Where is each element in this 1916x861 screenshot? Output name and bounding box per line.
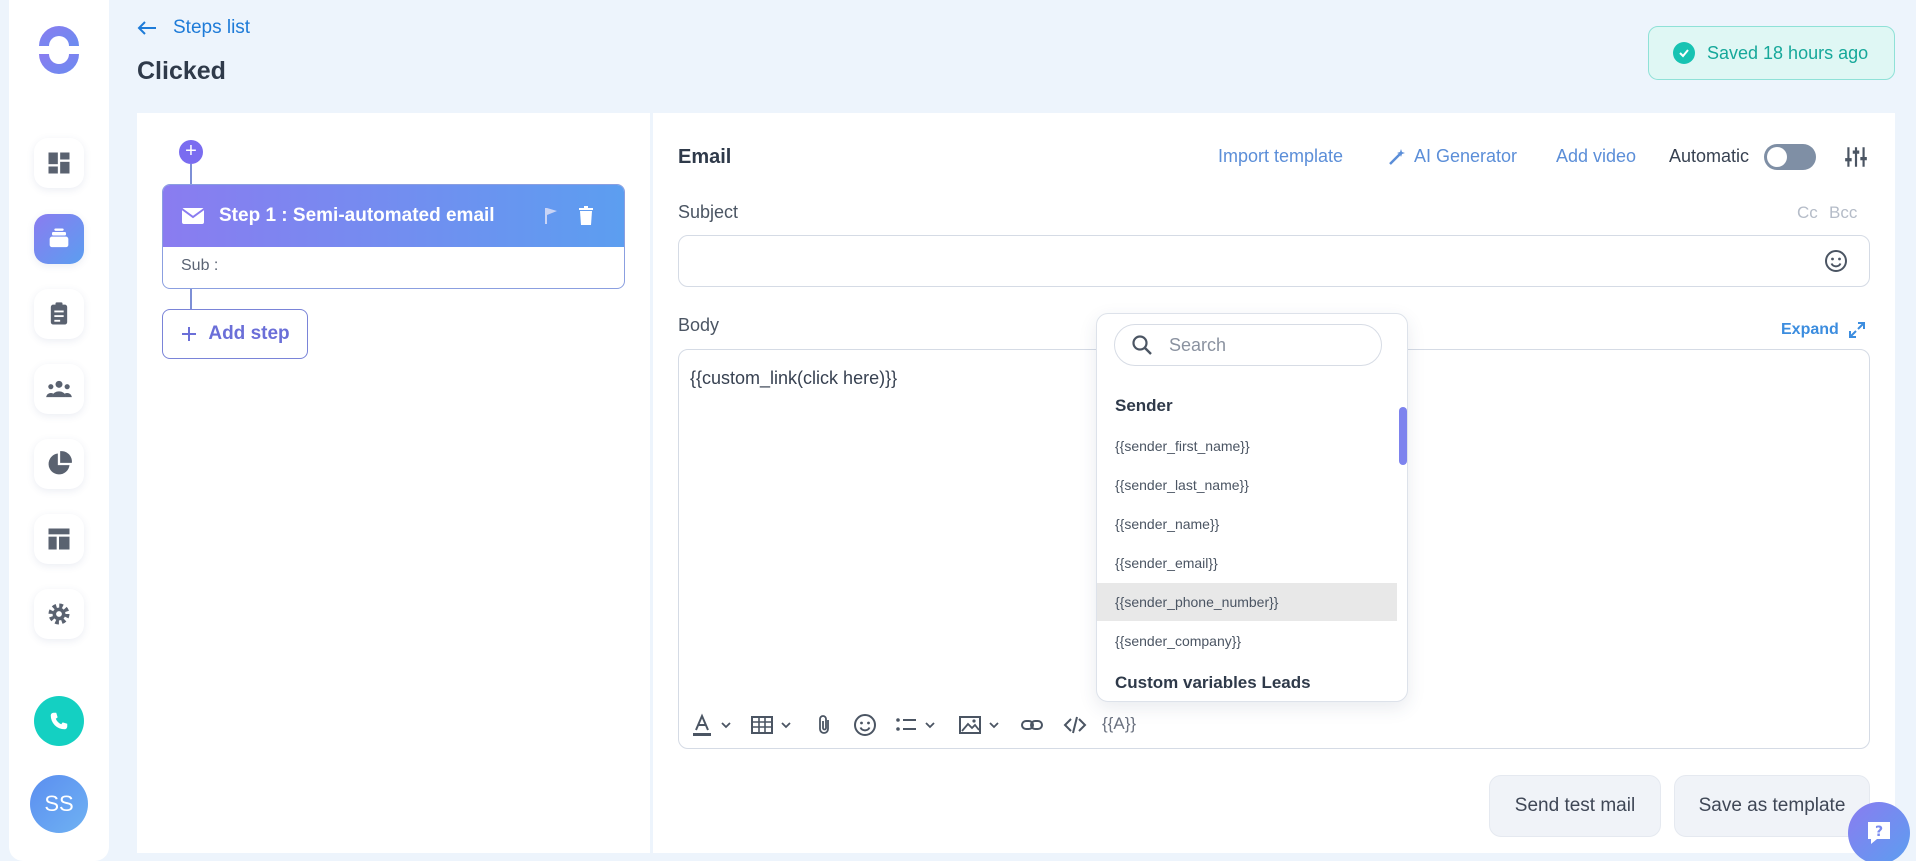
dashboard-icon bbox=[48, 152, 70, 174]
body-label: Body bbox=[678, 315, 720, 335]
nav-tasks[interactable] bbox=[34, 289, 84, 339]
expand-icon bbox=[1848, 322, 1865, 338]
variable-search-input[interactable]: Search bbox=[1114, 324, 1382, 366]
mail-icon bbox=[181, 208, 205, 224]
expand-label: Expand bbox=[1781, 321, 1839, 338]
logo-icon[interactable] bbox=[35, 26, 83, 74]
pie-chart-icon bbox=[48, 451, 72, 475]
flag-icon[interactable] bbox=[544, 207, 558, 225]
gear-icon bbox=[48, 603, 70, 625]
step-title: Step 1 : Semi-automated email bbox=[219, 205, 495, 226]
attach-tool[interactable] bbox=[812, 712, 836, 738]
nav-templates[interactable] bbox=[34, 514, 84, 564]
check-circle-icon bbox=[1673, 42, 1695, 64]
list-icon bbox=[896, 718, 916, 731]
variable-item[interactable]: {{sender_first_name}} bbox=[1097, 427, 1397, 465]
toggle-knob bbox=[1767, 147, 1787, 167]
step-card-1[interactable]: Step 1 : Semi-automated email Sub : bbox=[162, 184, 625, 289]
avatar[interactable]: SS bbox=[30, 775, 88, 833]
page-title: Clicked bbox=[137, 57, 226, 85]
sequences-icon bbox=[49, 228, 69, 248]
step-connector-line bbox=[190, 164, 192, 186]
image-tool[interactable] bbox=[958, 712, 1000, 738]
dropdown-scrollbar[interactable] bbox=[1399, 407, 1407, 465]
table-tool[interactable] bbox=[750, 712, 792, 738]
code-icon bbox=[1063, 716, 1087, 734]
chevron-down-icon bbox=[721, 722, 731, 729]
arrow-left-icon bbox=[137, 21, 156, 35]
cc-toggle[interactable]: Cc bbox=[1797, 203, 1818, 223]
bcc-toggle[interactable]: Bcc bbox=[1829, 203, 1857, 223]
variable-item[interactable]: {{sender_name}} bbox=[1097, 505, 1397, 543]
code-tool[interactable] bbox=[1063, 712, 1087, 738]
subject-label: Subject bbox=[678, 202, 739, 222]
layout-icon bbox=[48, 528, 70, 550]
nav-reports[interactable] bbox=[34, 439, 84, 489]
chevron-down-icon bbox=[925, 722, 935, 729]
plus-icon bbox=[182, 327, 197, 341]
nav-dashboard[interactable] bbox=[34, 138, 84, 188]
automatic-toggle[interactable] bbox=[1764, 144, 1816, 170]
text-color-tool[interactable] bbox=[690, 712, 732, 738]
clipboard-icon bbox=[50, 302, 68, 325]
nav-team[interactable] bbox=[34, 364, 84, 414]
back-label: Steps list bbox=[173, 17, 251, 38]
phone-button[interactable] bbox=[34, 696, 84, 746]
variable-item[interactable]: {{sender_company}} bbox=[1097, 622, 1397, 660]
step-subject: Sub : bbox=[181, 257, 219, 274]
search-icon bbox=[1132, 335, 1152, 355]
image-icon bbox=[959, 716, 981, 734]
svg-text:?: ? bbox=[1875, 824, 1883, 840]
step-card-header: Step 1 : Semi-automated email bbox=[163, 185, 624, 247]
add-step-button[interactable]: Add step bbox=[162, 309, 308, 359]
help-chat-button[interactable]: ? bbox=[1848, 802, 1910, 861]
step-connector-line bbox=[190, 289, 192, 311]
nav-settings[interactable] bbox=[34, 589, 84, 639]
email-label: Email bbox=[678, 146, 732, 168]
link-tool[interactable] bbox=[1020, 712, 1044, 738]
help-icon: ? bbox=[1868, 822, 1890, 844]
save-as-template-button[interactable]: Save as template bbox=[1674, 775, 1870, 837]
list-tool[interactable] bbox=[894, 712, 936, 738]
add-video-link[interactable]: Add video bbox=[1556, 146, 1636, 167]
emoji-icon bbox=[854, 714, 876, 736]
saved-status-badge: Saved 18 hours ago bbox=[1648, 26, 1895, 80]
import-template-link[interactable]: Import template bbox=[1218, 146, 1343, 167]
variables-dropdown: Search Sender {{sender_first_name}} {{se… bbox=[1096, 313, 1408, 702]
back-to-steps-link[interactable]: Steps list bbox=[137, 17, 250, 39]
sidebar: SS bbox=[9, 0, 109, 861]
body-text[interactable]: {{custom_link(click here)}} bbox=[690, 368, 897, 389]
chevron-down-icon bbox=[781, 722, 791, 729]
variable-item[interactable]: {{sender_last_name}} bbox=[1097, 466, 1397, 504]
table-icon bbox=[751, 716, 773, 734]
section-custom-variables: Custom variables Leads bbox=[1115, 673, 1311, 692]
insert-variable-button[interactable]: {{A}} bbox=[1102, 714, 1136, 734]
saved-status-text: Saved 18 hours ago bbox=[1707, 42, 1869, 63]
text-color-icon bbox=[693, 713, 711, 736]
ai-generator-label: AI Generator bbox=[1414, 146, 1518, 166]
phone-icon bbox=[50, 712, 68, 730]
emoji-icon[interactable] bbox=[1824, 249, 1848, 273]
section-sender: Sender bbox=[1115, 396, 1173, 415]
trash-icon[interactable] bbox=[578, 206, 594, 226]
sliders-icon[interactable] bbox=[1843, 144, 1869, 170]
chevron-down-icon bbox=[989, 722, 999, 729]
link-icon bbox=[1021, 720, 1043, 730]
add-step-label: Add step bbox=[208, 323, 290, 344]
variable-item[interactable]: {{sender_phone_number}} bbox=[1097, 583, 1397, 621]
send-test-mail-button[interactable]: Send test mail bbox=[1489, 775, 1661, 837]
expand-button[interactable]: Expand bbox=[1781, 321, 1865, 339]
avatar-initials: SS bbox=[44, 791, 74, 816]
subject-input[interactable] bbox=[678, 235, 1870, 287]
ai-generator-link[interactable]: AI Generator bbox=[1388, 146, 1517, 167]
nav-sequences[interactable] bbox=[34, 214, 84, 264]
paperclip-icon bbox=[819, 715, 829, 734]
automatic-label: Automatic bbox=[1669, 146, 1750, 166]
search-placeholder: Search bbox=[1169, 334, 1227, 355]
team-icon bbox=[46, 380, 72, 398]
magic-wand-icon bbox=[1389, 148, 1405, 165]
emoji-tool[interactable] bbox=[853, 712, 877, 738]
add-step-before-button[interactable]: + bbox=[179, 140, 203, 164]
variable-item[interactable]: {{sender_email}} bbox=[1097, 544, 1397, 582]
